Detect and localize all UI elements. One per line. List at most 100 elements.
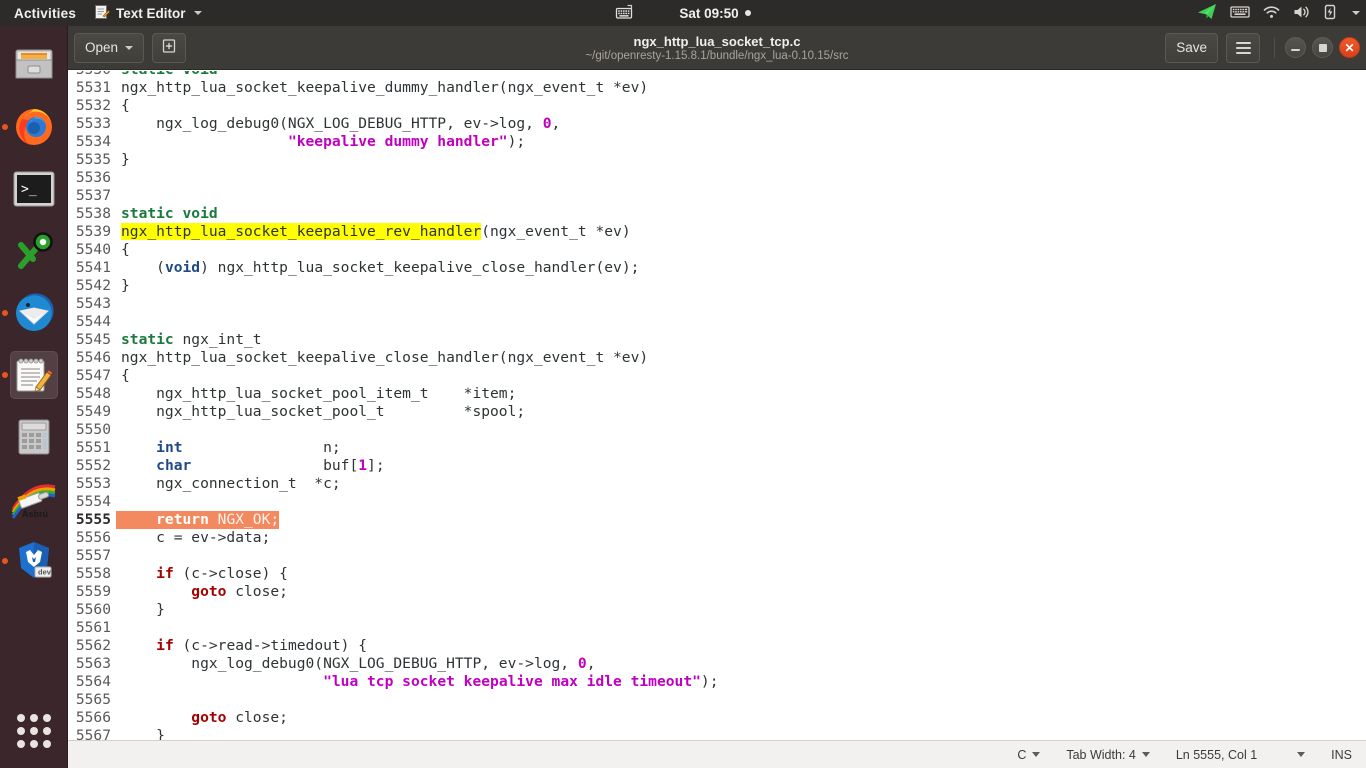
code-line[interactable]: 5553 ngx_connection_t *c; (68, 475, 1366, 493)
dock-item-text-editor[interactable] (1, 351, 58, 399)
code-line[interactable]: 5564 "lua tcp socket keepalive max idle … (68, 673, 1366, 691)
code-line[interactable]: 5532 { (68, 97, 1366, 115)
code-text[interactable] (116, 169, 121, 187)
code-text[interactable]: ngx_log_debug0(NGX_LOG_DEBUG_HTTP, ev->l… (116, 115, 560, 133)
wifi-icon[interactable] (1263, 5, 1280, 22)
code-text[interactable]: static void (116, 205, 218, 223)
code-text[interactable] (116, 313, 121, 331)
maximize-button[interactable] (1312, 37, 1333, 58)
code-text[interactable]: { (116, 241, 130, 259)
code-line[interactable]: 5566 goto close; (68, 709, 1366, 727)
activities-button[interactable]: Activities (0, 6, 86, 21)
code-text[interactable] (116, 619, 121, 637)
code-line[interactable]: 5541 (void) ngx_http_lua_socket_keepaliv… (68, 259, 1366, 277)
code-line[interactable]: 5530 static void (68, 71, 1366, 79)
code-text[interactable]: "keepalive dummy handler"); (116, 133, 525, 151)
keyboard-layout-icon[interactable] (1230, 5, 1250, 22)
code-text[interactable] (116, 295, 121, 313)
code-line[interactable]: 5560 } (68, 601, 1366, 619)
open-button[interactable]: Open (74, 32, 145, 63)
dock-item-files[interactable] (10, 41, 58, 89)
code-text[interactable]: static ngx_int_t (116, 331, 262, 349)
code-line[interactable]: 5565 (68, 691, 1366, 709)
code-line[interactable]: 5550 (68, 421, 1366, 439)
code-line[interactable]: 5547 { (68, 367, 1366, 385)
code-line[interactable]: 5562 if (c->read->timedout) { (68, 637, 1366, 655)
code-text[interactable]: c = ev->data; (116, 529, 270, 547)
code-text[interactable]: ngx_http_lua_socket_keepalive_rev_handle… (116, 223, 631, 241)
code-line[interactable]: 5558 if (c->close) { (68, 565, 1366, 583)
code-line[interactable]: 5543 (68, 295, 1366, 313)
code-line[interactable]: 5555 return NGX_OK; (68, 511, 1366, 529)
code-editor-view[interactable]: 5530 static void 5531 ngx_http_lua_socket_k… (68, 70, 1366, 740)
show-applications-button[interactable] (11, 708, 57, 754)
code-text[interactable]: ngx_connection_t *c; (116, 475, 341, 493)
clock-button[interactable]: Sat 09:50 (679, 6, 751, 21)
new-document-button[interactable] (152, 32, 187, 63)
code-text[interactable] (116, 547, 121, 565)
code-text[interactable]: ngx_log_debug0(NGX_LOG_DEBUG_HTTP, ev->l… (116, 655, 595, 673)
dock-item-firefox[interactable] (1, 103, 58, 151)
code-line[interactable]: 5545 static ngx_int_t (68, 331, 1366, 349)
code-line[interactable]: 5552 char buf[1]; (68, 457, 1366, 475)
code-line[interactable]: 5535} (68, 151, 1366, 169)
code-text[interactable]: ngx_http_lua_socket_pool_t *spool; (116, 403, 525, 421)
code-lines-container[interactable]: 5530 static void 5531 ngx_http_lua_socket_k… (68, 70, 1366, 740)
keyboard-icon[interactable] (615, 4, 635, 23)
dock-item-terminal[interactable]: >_ (10, 165, 58, 213)
code-line[interactable]: 5544 (68, 313, 1366, 331)
minimize-button[interactable] (1285, 37, 1306, 58)
hamburger-menu-button[interactable] (1226, 32, 1260, 63)
language-selector[interactable]: C (1017, 748, 1041, 762)
close-button[interactable]: ✕ (1339, 37, 1360, 58)
code-text[interactable]: return NGX_OK; (116, 511, 280, 529)
code-text[interactable]: "lua tcp socket keepalive max idle timeo… (116, 673, 718, 691)
code-text[interactable]: goto close; (116, 583, 288, 601)
dock-item-asbru[interactable]: Ásbrú (10, 475, 58, 523)
dock-item-xming[interactable] (10, 227, 58, 275)
cursor-position-selector[interactable]: Ln 5555, Col 1 (1176, 748, 1306, 762)
battery-icon[interactable] (1324, 4, 1337, 23)
code-line[interactable]: 5554 (68, 493, 1366, 511)
code-text[interactable]: } (116, 151, 130, 169)
code-text[interactable]: int n; (116, 439, 341, 457)
code-line[interactable]: 5531 ngx_http_lua_socket_keepalive_dummy_… (68, 79, 1366, 97)
code-text[interactable]: (void) ngx_http_lua_socket_keepalive_clo… (116, 259, 639, 277)
app-menu-button[interactable]: Text Editor (86, 4, 210, 23)
code-text[interactable]: if (c->close) { (116, 565, 288, 583)
code-text[interactable]: static void (116, 71, 218, 79)
code-line[interactable]: 5534 "keepalive dummy handler"); (68, 133, 1366, 151)
code-line[interactable]: 5536 (68, 169, 1366, 187)
code-line[interactable]: 5546 ngx_http_lua_socket_keepalive_close_… (68, 349, 1366, 367)
code-text[interactable]: } (116, 727, 165, 740)
code-line[interactable]: 5556 c = ev->data; (68, 529, 1366, 547)
code-text[interactable] (116, 421, 121, 439)
tab-width-selector[interactable]: Tab Width: 4 (1066, 748, 1150, 762)
code-text[interactable]: { (116, 367, 130, 385)
code-text[interactable] (116, 493, 121, 511)
code-line[interactable]: 5561 (68, 619, 1366, 637)
code-text[interactable]: { (116, 97, 130, 115)
code-text[interactable]: } (116, 601, 165, 619)
code-line[interactable]: 5551 int n; (68, 439, 1366, 457)
code-line[interactable]: 5563 ngx_log_debug0(NGX_LOG_DEBUG_HTTP, … (68, 655, 1366, 673)
code-line[interactable]: 5533 ngx_log_debug0(NGX_LOG_DEBUG_HTTP, … (68, 115, 1366, 133)
code-text[interactable]: ngx_http_lua_socket_keepalive_dummy_hand… (116, 79, 648, 97)
dock-item-calculator[interactable] (10, 413, 58, 461)
code-text[interactable] (116, 187, 121, 205)
code-line[interactable]: 5549 ngx_http_lua_socket_pool_t *spool; (68, 403, 1366, 421)
code-text[interactable]: if (c->read->timedout) { (116, 637, 367, 655)
code-text[interactable] (116, 691, 121, 709)
code-line[interactable]: 5559 goto close; (68, 583, 1366, 601)
code-text[interactable]: goto close; (116, 709, 288, 727)
code-line[interactable]: 5548 ngx_http_lua_socket_pool_item_t *it… (68, 385, 1366, 403)
code-text[interactable]: ngx_http_lua_socket_keepalive_close_hand… (116, 349, 648, 367)
dock-item-thunderbird[interactable] (1, 289, 58, 337)
code-line[interactable]: 5537 (68, 187, 1366, 205)
telegram-icon[interactable] (1197, 3, 1217, 23)
code-line[interactable]: 5557 (68, 547, 1366, 565)
code-line[interactable]: 5540 { (68, 241, 1366, 259)
dock-item-brave-dev[interactable]: dev (1, 537, 58, 585)
code-text[interactable]: ngx_http_lua_socket_pool_item_t *item; (116, 385, 516, 403)
code-line[interactable]: 5542} (68, 277, 1366, 295)
